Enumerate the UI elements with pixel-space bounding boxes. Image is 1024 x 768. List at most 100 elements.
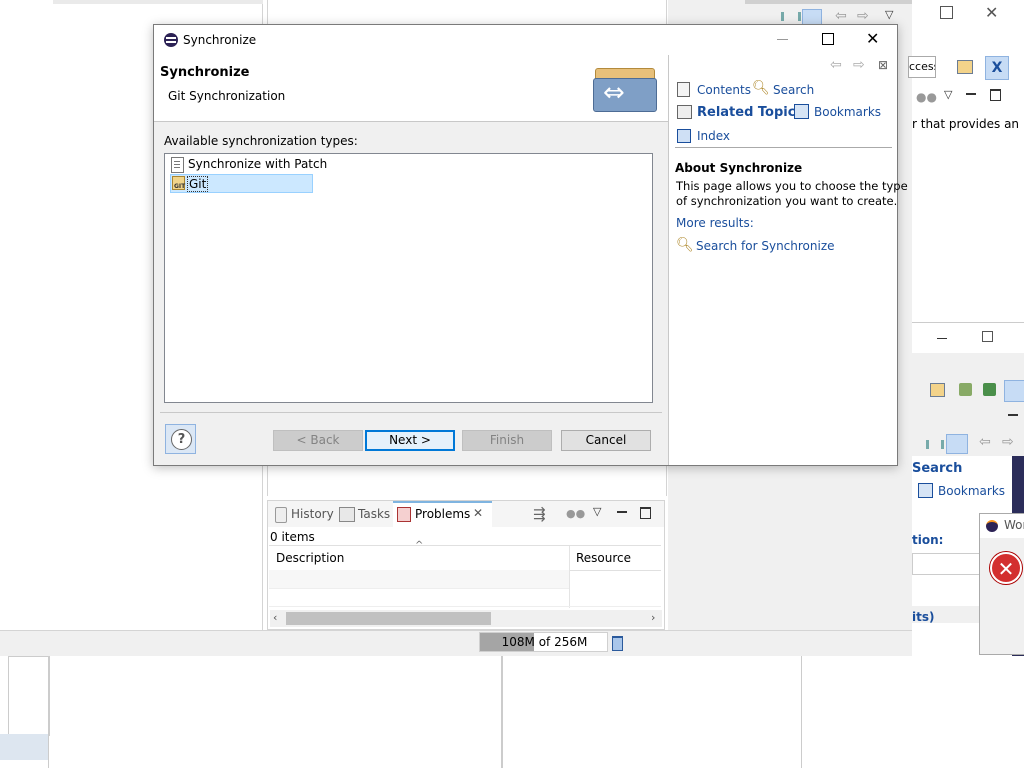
error-window-title: Wor <box>1004 518 1024 532</box>
tab-problems[interactable]: Problems <box>415 507 470 521</box>
bg-x-icon[interactable]: X <box>985 56 1009 80</box>
bg-menu-icon[interactable]: ▽ <box>885 8 893 21</box>
table-row <box>269 570 569 589</box>
dialog-minimize-icon[interactable] <box>777 39 788 40</box>
about-text-line1: This page allows you to choose the type <box>676 179 908 193</box>
heap-status[interactable]: 108M of 256M <box>479 632 608 652</box>
bg-window2-highlight-icon[interactable] <box>946 434 968 454</box>
bg-window2-tion: tion: <box>912 533 944 547</box>
bg-close-icon[interactable]: ✕ <box>985 3 998 22</box>
wizard-subheading: Git Synchronization <box>168 89 286 103</box>
filter-icon[interactable]: ⇶ <box>533 505 546 523</box>
search-for-icon: 🔍︎ <box>676 237 694 253</box>
bg-window2-its: its) <box>912 610 935 624</box>
help-close-icon[interactable]: ⊠ <box>878 58 888 72</box>
error-icon: ✕ <box>990 552 1022 584</box>
bottom-pane-3 <box>502 656 802 768</box>
help-forward-icon[interactable]: ⇨ <box>853 57 865 73</box>
workbench-bg-top-strip <box>53 0 263 4</box>
bg-window2-field <box>912 553 984 575</box>
tab-tasks[interactable]: Tasks <box>358 507 390 521</box>
bg-window2-back-icon[interactable]: ⇦ <box>979 434 991 450</box>
bottom-pane-1 <box>8 656 50 736</box>
bg-minimize-icon[interactable] <box>966 93 976 95</box>
list-item-patch[interactable]: Synchronize with Patch <box>170 156 370 174</box>
dialog-maximize-icon[interactable] <box>822 33 834 45</box>
bg-window2-minimize2-icon[interactable] <box>1008 414 1018 416</box>
tab-problems-close-icon[interactable]: ✕ <box>473 506 483 520</box>
dialog-title: Synchronize <box>183 33 257 47</box>
help-bookmarks-link[interactable]: Bookmarks <box>814 105 881 119</box>
bg-window2-toc-icon[interactable] <box>926 440 944 449</box>
scroll-thumb[interactable] <box>286 612 491 625</box>
next-button[interactable]: Next > <box>365 430 455 451</box>
bg-maximize-small-icon[interactable] <box>990 89 1001 101</box>
bg-field[interactable]: ccess <box>908 56 936 78</box>
bg-window2-bookmarks-icon <box>918 483 933 498</box>
bg-dots-icon[interactable]: ●● <box>916 90 937 104</box>
wizard-heading: Synchronize <box>160 65 250 80</box>
bg-maximize-icon[interactable] <box>940 6 953 19</box>
synchronize-banner-icon: ⇔ <box>593 66 657 112</box>
scroll-right-icon[interactable]: › <box>651 611 655 624</box>
tab-history[interactable]: History <box>291 507 334 521</box>
list-item-git[interactable]: GIT Git <box>170 174 313 193</box>
help-button[interactable]: ? <box>165 424 196 454</box>
help-separator <box>675 147 892 148</box>
bg-perspective-icon[interactable] <box>957 60 973 74</box>
bg-window-titlebar <box>912 0 1024 30</box>
bg-window2-minimize-icon[interactable] <box>937 338 947 339</box>
cancel-button[interactable]: Cancel <box>561 430 651 451</box>
bg-window2-toolbar-icon4[interactable] <box>1004 380 1024 402</box>
list-item-label: Synchronize with Patch <box>188 157 328 171</box>
list-label: Available synchronization types: <box>164 134 358 148</box>
help-related-topics-link[interactable]: Related Topics <box>697 105 803 120</box>
bg-window2-bookmarks[interactable]: Bookmarks <box>938 484 1005 498</box>
column-header-resource[interactable]: Resource <box>576 551 631 565</box>
contents-icon <box>677 82 690 97</box>
bottom-pane-2 <box>48 656 502 768</box>
problems-minimize-icon[interactable] <box>617 511 627 513</box>
bg-view-menu-icon[interactable]: ▽ <box>944 88 952 101</box>
bottom-pane-1b <box>0 734 48 760</box>
bookmarks-icon <box>794 104 809 119</box>
bg-window2-toolbar-icon3[interactable] <box>983 383 996 396</box>
status-bar <box>0 630 912 657</box>
dialog-close-icon[interactable]: ✕ <box>866 29 879 48</box>
back-button[interactable]: < Back <box>273 430 363 451</box>
git-repo-icon: GIT <box>172 176 185 190</box>
bg-window2-toolbar-icon2[interactable] <box>959 383 972 396</box>
about-title: About Synchronize <box>675 161 803 175</box>
problems-dots-icon[interactable]: ●● <box>566 507 585 520</box>
finish-button[interactable]: Finish <box>462 430 552 451</box>
history-icon <box>275 507 287 523</box>
list-item-label: Git <box>187 176 209 192</box>
problems-menu-icon[interactable]: ▽ <box>593 505 601 518</box>
problems-icon <box>397 507 411 522</box>
help-index-link[interactable]: Index <box>697 129 730 143</box>
patch-file-icon <box>171 157 184 173</box>
bg-toolbar-strip <box>745 0 912 4</box>
bg-window2-search[interactable]: Search <box>912 461 962 476</box>
bg-forward-icon[interactable]: ⇨ <box>857 8 869 24</box>
scroll-left-icon[interactable]: ‹ <box>273 611 277 624</box>
gc-trash-icon[interactable] <box>612 636 623 651</box>
bg-window2-toolbar-icon1[interactable] <box>930 383 945 397</box>
bg-show-toc-icon[interactable] <box>781 12 801 21</box>
search-for-link[interactable]: Search for Synchronize <box>696 239 835 253</box>
button-bar-separator <box>160 412 662 413</box>
help-contents-link[interactable]: Contents <box>697 83 751 97</box>
problems-maximize-icon[interactable] <box>640 507 651 519</box>
column-header-description[interactable]: Description <box>276 551 344 565</box>
bg-window2-maximize-icon[interactable] <box>982 331 993 342</box>
help-search-link[interactable]: Search <box>773 83 814 97</box>
problems-count: 0 items <box>270 530 315 544</box>
help-icon: ? <box>171 429 192 450</box>
tasks-icon <box>339 507 355 522</box>
table-row <box>269 588 661 607</box>
bg-back-icon[interactable]: ⇦ <box>835 8 847 24</box>
help-back-icon[interactable]: ⇦ <box>830 57 842 73</box>
bg-window2-forward-icon[interactable]: ⇨ <box>1002 434 1014 450</box>
related-topics-icon <box>677 105 692 119</box>
bg-text-fragment: r that provides an <box>912 117 1020 131</box>
